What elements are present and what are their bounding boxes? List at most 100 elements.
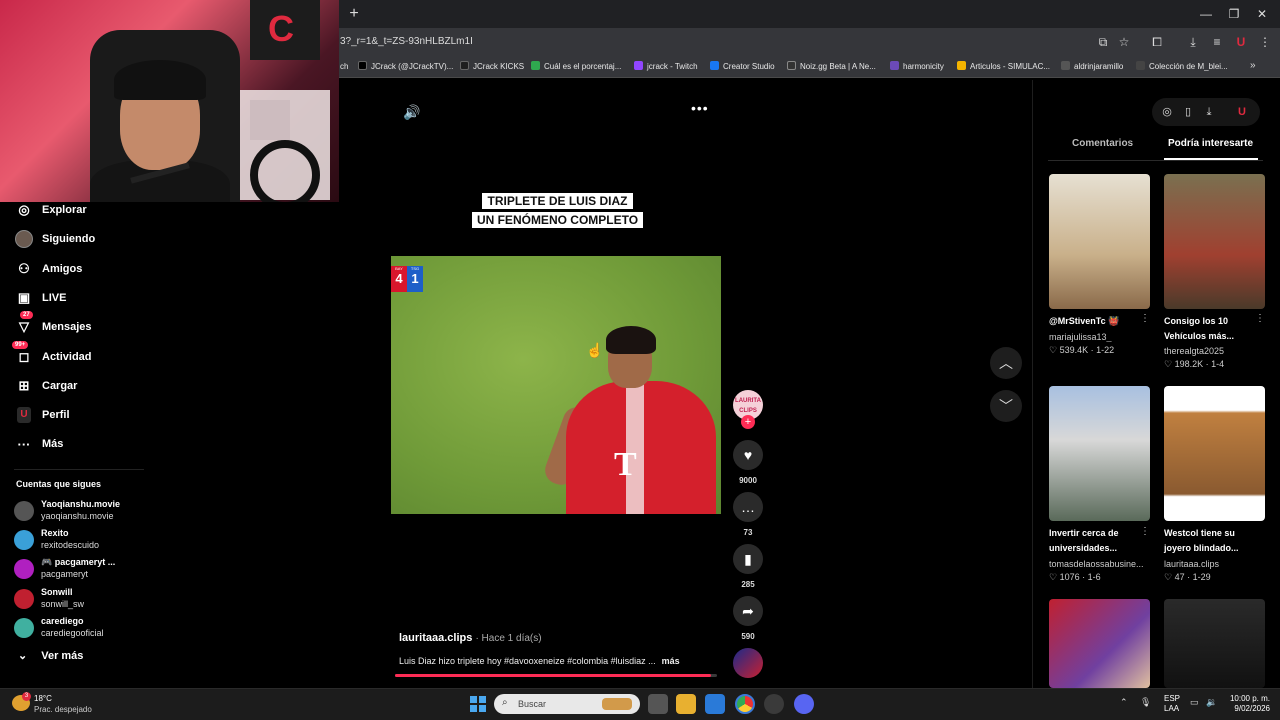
mail-icon[interactable] (705, 694, 725, 714)
browser-menu-icon[interactable]: ⋮ (1256, 33, 1274, 51)
save-button[interactable]: ▮ (733, 544, 763, 574)
followed-account[interactable]: Rexito rexitodescuido (14, 526, 154, 554)
card-title[interactable]: Consigo los 10 Vehículos más... (1164, 314, 1264, 344)
card-title[interactable]: Westcol tiene su joyero blindado... (1164, 526, 1264, 556)
comment-button[interactable]: … (733, 492, 763, 522)
device-icon[interactable]: ▯ (1180, 104, 1196, 120)
nav-mas[interactable]: ··· Más (14, 433, 64, 455)
follow-plus-icon[interactable]: + (741, 415, 755, 429)
more-link[interactable]: más (662, 656, 680, 666)
volume-icon[interactable]: 🔊 (403, 104, 420, 121)
file-explorer-icon[interactable] (676, 694, 696, 714)
bookmark-item[interactable]: Noiz.gg Beta | A Ne... (787, 60, 876, 74)
video-thumbnail[interactable] (1049, 599, 1150, 688)
bookmark-star-icon[interactable]: ☆ (1115, 33, 1133, 51)
taskbar-search[interactable]: ⌕ Buscar (494, 694, 640, 714)
account-handle: sonwill_sw (41, 599, 85, 609)
mouse-cursor-icon: ☝ (586, 342, 604, 358)
install-app-icon[interactable]: ⧉ (1094, 33, 1112, 51)
followed-account[interactable]: 🎮 pacgameryt ... pacgameryt (14, 555, 154, 583)
obs-icon[interactable] (764, 694, 784, 714)
windows-start-icon[interactable] (470, 696, 486, 712)
nav-label: Perfil (42, 409, 70, 421)
card-more-icon[interactable]: ⋮ (1140, 526, 1150, 537)
bookmark-item[interactable]: Cuál es el porcentaj... (531, 60, 621, 74)
bookmark-item[interactable]: ch (340, 60, 348, 74)
share-button[interactable]: ➦ (733, 596, 763, 626)
author-name[interactable]: lauritaaa.clips (399, 632, 472, 644)
bookmark-item[interactable]: jcrack - Twitch (634, 60, 698, 74)
video-player[interactable]: BAY 4 TSG 1 T (391, 256, 721, 514)
nav-perfil[interactable]: U Perfil (14, 404, 70, 426)
video-thumbnail[interactable] (1164, 386, 1265, 521)
card-user[interactable]: lauritaaa.clips (1164, 559, 1264, 569)
bookmark-item[interactable]: JCrack KICKS (460, 60, 524, 74)
see-more-button[interactable]: ⌄ Ver más (18, 649, 83, 662)
url-field[interactable]: 3?_r=1&_t=ZS-93nHLBZLm1I (340, 33, 473, 51)
compass-icon[interactable]: ◎ (1159, 104, 1175, 120)
bookmark-item[interactable]: aldrinjaramillo (1061, 60, 1123, 74)
more-bookmarks-button[interactable]: » (1250, 60, 1256, 71)
weather-badge: 3 (22, 692, 31, 701)
music-disc-icon[interactable] (733, 648, 763, 678)
temperature[interactable]: 18°C (34, 694, 52, 703)
tab-podria-interesarte[interactable]: Podría interesarte (1168, 138, 1253, 149)
video-progress-bar[interactable] (395, 674, 717, 677)
nav-mensajes[interactable]: ▽ 27 Mensajes (14, 311, 92, 338)
discord-icon[interactable] (794, 694, 814, 714)
following-section-title: Cuentas que sigues (16, 479, 102, 489)
tab-comentarios[interactable]: Comentarios (1072, 138, 1133, 149)
next-video-button[interactable]: ﹀ (990, 390, 1022, 422)
nav-cargar[interactable]: ⊞ Cargar (14, 375, 78, 397)
video-thumbnail[interactable] (1164, 599, 1265, 688)
nav-actividad[interactable]: ◻ 99+ Actividad (12, 341, 92, 368)
downloads-icon[interactable]: ⤓ (1184, 33, 1202, 51)
chrome-icon[interactable] (735, 694, 755, 714)
bookmark-item[interactable]: JCrack (@JCrackTV)... (358, 60, 453, 74)
new-tab-button[interactable]: + (345, 5, 363, 23)
followed-account[interactable]: Sonwill sonwill_sw (14, 585, 154, 613)
microphone-icon[interactable]: 🎙 (1140, 697, 1151, 708)
system-clock[interactable]: 10:00 p. m. 9/02/2026 (1222, 694, 1270, 714)
download-icon[interactable]: ⤓ (1201, 104, 1217, 120)
bookmark-item[interactable]: harmonicity (890, 60, 944, 74)
bookmark-item[interactable]: Articulos - SIMULAC... (957, 60, 1050, 74)
like-button[interactable]: ♥ (733, 440, 763, 470)
video-thumbnail[interactable] (1049, 174, 1150, 309)
profile-avatar-icon[interactable]: U (1232, 33, 1250, 51)
nav-siguiendo[interactable]: Siguiendo (14, 228, 95, 250)
network-icon[interactable]: ▭ (1190, 697, 1199, 708)
close-window-button[interactable]: ✕ (1252, 4, 1272, 24)
language-indicator[interactable]: ESP LAA (1164, 694, 1180, 714)
maximize-button[interactable]: ❐ (1224, 4, 1244, 24)
speaker-icon[interactable]: 🔉 (1206, 697, 1217, 708)
media-control-icon[interactable]: ≡ (1208, 33, 1226, 51)
card-title[interactable]: @MrStivenTc 👹 (1049, 314, 1149, 329)
minimize-button[interactable]: — (1196, 4, 1216, 24)
card-more-icon[interactable]: ⋮ (1140, 313, 1150, 324)
video-author[interactable]: lauritaaa.clips · Hace 1 día(s) (399, 632, 542, 644)
nav-live[interactable]: ▣ LIVE (14, 287, 67, 309)
more-options-icon[interactable]: ••• (691, 100, 709, 116)
bookmark-item[interactable]: Creator Studio (710, 60, 775, 74)
previous-video-button[interactable]: ︿ (990, 347, 1022, 379)
user-avatar-icon[interactable]: U (1234, 104, 1250, 120)
tray-overflow-icon[interactable]: ⌃ (1120, 697, 1128, 708)
card-user[interactable]: mariajulissa13_ (1049, 332, 1149, 342)
bookmark-item[interactable]: Colección de M_blei... (1136, 60, 1228, 74)
card-user[interactable]: therealgta2025 (1164, 346, 1264, 356)
video-thumbnail[interactable] (1164, 174, 1265, 309)
nav-explorar[interactable]: ◎ Explorar (14, 199, 86, 221)
comment-count: 73 (743, 528, 753, 537)
followed-account[interactable]: carediego carediegooficial (14, 614, 154, 642)
card-more-icon[interactable]: ⋮ (1255, 313, 1265, 324)
card-title[interactable]: Invertir cerca de universidades... (1049, 526, 1149, 556)
nav-amigos[interactable]: ⚇ Amigos (14, 258, 82, 280)
followed-account[interactable]: Yaoqianshu.movie yaoqianshu.movie (14, 497, 154, 525)
video-thumbnail[interactable] (1049, 386, 1150, 521)
player-hair (606, 326, 656, 354)
away-score: TSG 1 (407, 266, 423, 292)
extensions-icon[interactable]: ⧠ (1148, 33, 1166, 51)
task-view-icon[interactable] (648, 694, 668, 714)
card-user[interactable]: tomasdelaossabusine... (1049, 559, 1149, 569)
